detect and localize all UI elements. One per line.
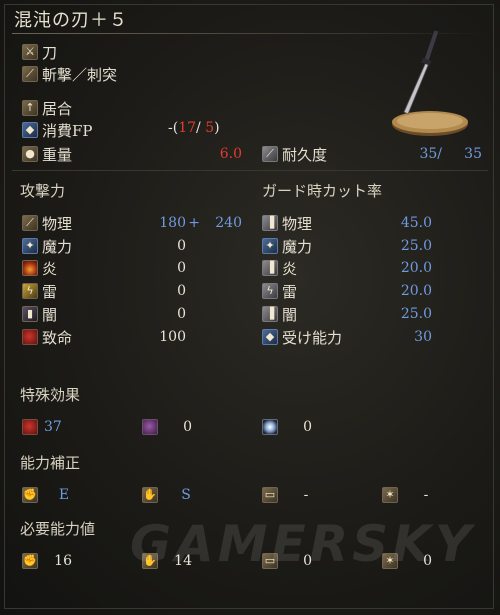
lightning-attack-value: 0 bbox=[177, 283, 186, 299]
fire-attack-value: 0 bbox=[177, 260, 186, 276]
poison-value: 0 bbox=[183, 419, 192, 435]
fire-guard-value: 20.0 bbox=[400, 260, 432, 276]
poison-icon bbox=[142, 419, 158, 435]
frost-icon bbox=[262, 419, 278, 435]
critical-value: 100 bbox=[159, 329, 186, 345]
bleed-value: 37 bbox=[44, 419, 62, 435]
weapon-attack-type: 斬撃／刺突 bbox=[42, 66, 118, 84]
lightning-guard-icon: ϟ bbox=[262, 283, 278, 299]
dexterity-icon: ✋ bbox=[142, 487, 158, 503]
strength-req-icon: ✊ bbox=[22, 553, 38, 569]
magic-guard-label: 魔力 bbox=[282, 238, 313, 256]
fp-label: 消費FP bbox=[42, 122, 93, 140]
fp-value-1: 17 bbox=[178, 120, 197, 136]
special-effects-header: 特殊効果 bbox=[20, 386, 81, 404]
scaling-header: 能力補正 bbox=[20, 454, 81, 472]
intelligence-scaling: - bbox=[303, 487, 309, 503]
dark-attack-value: 0 bbox=[177, 306, 186, 322]
magic-attack-label: 魔力 bbox=[42, 238, 73, 256]
dark-guard-icon: ▐ bbox=[262, 306, 278, 322]
weapon-name: 混沌の刃＋５ bbox=[14, 10, 128, 31]
weapon-category: 刀 bbox=[42, 44, 58, 62]
fp-icon: ◆ bbox=[22, 122, 38, 138]
physical-guard-label: 物理 bbox=[282, 215, 313, 233]
durability-label: 耐久度 bbox=[282, 146, 328, 164]
dark-guard-label: 闇 bbox=[282, 306, 298, 324]
divider bbox=[12, 170, 488, 171]
physical-attack-base: 180 bbox=[159, 215, 186, 231]
weight-value: 6.0 bbox=[219, 146, 242, 162]
magic-attack-value: 0 bbox=[177, 238, 186, 254]
guard-header: ガード時カット率 bbox=[262, 182, 383, 200]
strength-scaling: E bbox=[58, 487, 70, 503]
stability-icon: ◆ bbox=[262, 329, 278, 345]
strength-icon: ✊ bbox=[22, 487, 38, 503]
attack-type-icon: ⟋ bbox=[22, 66, 38, 82]
fire-attack-label: 炎 bbox=[42, 260, 58, 278]
attack-power-header: 攻撃力 bbox=[20, 182, 66, 200]
lightning-attack-label: 雷 bbox=[42, 283, 58, 301]
dark-attack-label: 闇 bbox=[42, 306, 58, 324]
durability-current: 35/ bbox=[419, 146, 442, 162]
critical-label: 致命 bbox=[42, 329, 73, 347]
fire-guard-label: 炎 bbox=[282, 260, 298, 278]
watermark: GAMERSKY bbox=[130, 515, 476, 573]
fire-attack-icon bbox=[22, 260, 38, 276]
fp-cost: -(17/ 5) bbox=[168, 120, 220, 136]
physical-guard-icon: ▐ bbox=[262, 215, 278, 231]
katana-category-icon: ⚔ bbox=[22, 44, 38, 60]
fp-close: ) bbox=[214, 120, 220, 136]
dark-attack-icon: ▮ bbox=[22, 306, 38, 322]
magic-attack-icon: ✦ bbox=[22, 238, 38, 254]
weight-icon: ● bbox=[22, 146, 38, 162]
weapon-image bbox=[392, 29, 468, 136]
skill-icon: ↑ bbox=[22, 100, 38, 116]
magic-guard-value: 25.0 bbox=[400, 238, 432, 254]
bleed-icon bbox=[22, 419, 38, 435]
fp-value-2: 5 bbox=[205, 120, 215, 136]
durability-max: 35 bbox=[464, 146, 482, 162]
frost-value: 0 bbox=[303, 419, 312, 435]
fire-guard-icon: ▐ bbox=[262, 260, 278, 276]
dark-guard-value: 25.0 bbox=[400, 306, 432, 322]
lightning-guard-label: 雷 bbox=[282, 283, 298, 301]
lightning-attack-icon: ϟ bbox=[22, 283, 38, 299]
critical-icon bbox=[22, 329, 38, 345]
weapon-skill: 居合 bbox=[42, 100, 73, 118]
magic-guard-icon: ✦ bbox=[262, 238, 278, 254]
durability-icon: ⟋ bbox=[262, 146, 278, 162]
physical-attack-label: 物理 bbox=[42, 215, 73, 233]
fp-slash: / bbox=[196, 120, 201, 136]
stability-label: 受け能力 bbox=[282, 329, 343, 347]
physical-guard-value: 45.0 bbox=[400, 215, 432, 231]
intelligence-icon: ▭ bbox=[262, 487, 278, 503]
weight-label: 重量 bbox=[42, 146, 73, 164]
physical-attack-plus: + bbox=[188, 215, 200, 231]
lightning-guard-value: 20.0 bbox=[400, 283, 432, 299]
strength-requirement: 16 bbox=[54, 553, 72, 569]
dexterity-scaling: S bbox=[181, 487, 191, 503]
physical-attack-bonus: 240 bbox=[215, 215, 242, 231]
faith-scaling: - bbox=[423, 487, 429, 503]
stability-value: 30 bbox=[414, 329, 432, 345]
faith-icon: ✶ bbox=[382, 487, 398, 503]
requirements-header: 必要能力値 bbox=[20, 520, 96, 538]
physical-attack-icon: ⟋ bbox=[22, 215, 38, 231]
